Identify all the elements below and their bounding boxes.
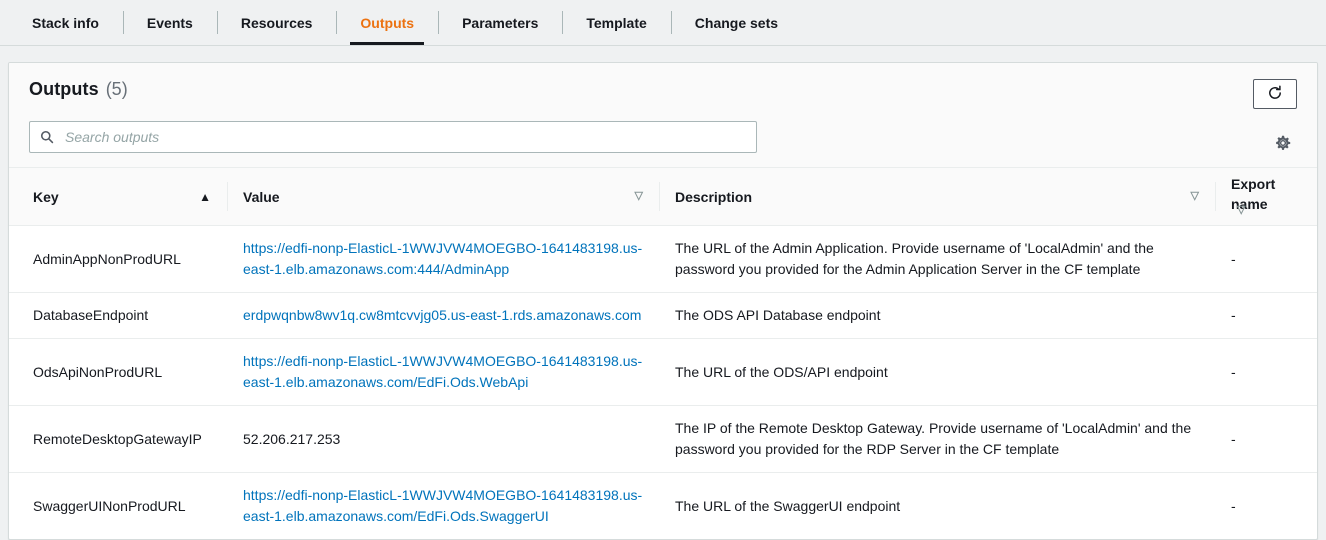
output-description-cell: The URL of the Admin Application. Provid… bbox=[659, 225, 1215, 293]
sort-indicator-icon[interactable]: ▽ bbox=[635, 191, 643, 202]
tab-change-sets[interactable]: Change sets bbox=[670, 0, 802, 45]
output-description-cell: The URL of the ODS/API endpoint bbox=[659, 338, 1215, 406]
output-value-link[interactable]: https://edfi-nonp-ElasticL-1WWJVW4MOEGBO… bbox=[243, 487, 642, 524]
output-key-cell: AdminAppNonProdURL bbox=[9, 225, 227, 293]
panel-title-row: Outputs (5) bbox=[29, 79, 1297, 107]
header-actions bbox=[1253, 79, 1297, 155]
output-value-cell: https://edfi-nonp-ElasticL-1WWJVW4MOEGBO… bbox=[227, 473, 659, 540]
tab-resources[interactable]: Resources bbox=[216, 0, 337, 45]
tab-outputs[interactable]: Outputs bbox=[336, 0, 438, 45]
outputs-card: Outputs (5) Search outputs Key ▲ Value ▽… bbox=[8, 62, 1318, 540]
output-value-text: 52.206.217.253 bbox=[243, 430, 341, 447]
output-description-cell: The IP of the Remote Desktop Gateway. Pr… bbox=[659, 405, 1215, 473]
output-value-link[interactable]: https://edfi-nonp-ElasticL-1WWJVW4MOEGBO… bbox=[243, 240, 642, 277]
column-header-export-name[interactable]: Export name ▽ bbox=[1215, 167, 1317, 226]
column-header-label: Description bbox=[675, 188, 753, 205]
sort-indicator-icon[interactable]: ▽ bbox=[1191, 191, 1199, 202]
table-row: OdsApiNonProdURL https://edfi-nonp-Elasti… bbox=[9, 338, 1317, 406]
output-value-link[interactable]: https://edfi-nonp-ElasticL-1WWJVW4MOEGBO… bbox=[243, 353, 642, 390]
column-header-label: Value bbox=[243, 188, 280, 205]
output-value-cell: https://edfi-nonp-ElasticL-1WWJVW4MOEGBO… bbox=[227, 225, 659, 293]
refresh-icon bbox=[1267, 85, 1283, 104]
column-header-label: Key bbox=[33, 188, 59, 205]
search-box[interactable] bbox=[29, 121, 757, 153]
output-export-name-cell: - bbox=[1215, 338, 1317, 406]
tab-events[interactable]: Events bbox=[122, 0, 217, 45]
gear-icon bbox=[1274, 134, 1292, 155]
table-row: SwaggerUINonProdURL https://edfi-nonp-Ela… bbox=[9, 473, 1317, 540]
tab-label: Parameters bbox=[462, 14, 539, 31]
tab-parameters[interactable]: Parameters bbox=[438, 0, 562, 45]
tab-label: Stack info bbox=[32, 14, 99, 31]
refresh-button[interactable] bbox=[1253, 79, 1297, 109]
column-header-key[interactable]: Key ▲ bbox=[9, 167, 227, 226]
column-header-description[interactable]: Description ▽ bbox=[659, 167, 1215, 226]
tab-template[interactable]: Template bbox=[562, 0, 670, 45]
settings-gear-button[interactable] bbox=[1272, 133, 1294, 155]
column-header-value[interactable]: Value ▽ bbox=[227, 167, 659, 226]
tab-label: Events bbox=[146, 14, 193, 31]
page-title: Outputs bbox=[29, 79, 99, 99]
sort-indicator-icon[interactable]: ▲ bbox=[199, 191, 211, 203]
search-input[interactable] bbox=[63, 128, 746, 146]
outputs-table: Key ▲ Value ▽ Description ▽ Export name ▽ Admin… bbox=[9, 167, 1317, 539]
sort-indicator-icon[interactable]: ▽ bbox=[1237, 205, 1245, 216]
table-row: DatabaseEndpoint erdpwqnbw8wv1q.cw8mtcvvj… bbox=[9, 292, 1317, 339]
output-value-cell: 52.206.217.253 bbox=[227, 405, 659, 473]
output-export-name-cell: - bbox=[1215, 225, 1317, 293]
output-export-name-cell: - bbox=[1215, 405, 1317, 473]
table-row: RemoteDesktopGatewayIP 52.206.217.253 The … bbox=[9, 405, 1317, 473]
output-export-name-cell: - bbox=[1231, 497, 1236, 514]
output-key-cell: OdsApiNonProdURL bbox=[9, 338, 227, 406]
table-header-row: Key ▲ Value ▽ Description ▽ Export name ▽ bbox=[9, 167, 1317, 226]
output-key-cell: DatabaseEndpoint bbox=[9, 292, 227, 339]
output-value-link[interactable]: erdpwqnbw8wv1q.cw8mtcvvjg05.us-east-1.rd… bbox=[243, 307, 641, 323]
tab-label: Change sets bbox=[694, 14, 779, 31]
tab-label: Resources bbox=[240, 14, 313, 31]
output-description-cell: The URL of the SwaggerUI endpoint bbox=[675, 497, 901, 514]
outputs-table-header: Key ▲ Value ▽ Description ▽ Export name ▽ bbox=[9, 167, 1317, 226]
tab-label: Template bbox=[586, 14, 647, 31]
search-icon bbox=[40, 130, 54, 144]
outputs-card-header: Outputs (5) bbox=[9, 63, 1317, 167]
outputs-table-body: AdminAppNonProdURL https://edfi-nonp-Elas… bbox=[9, 225, 1317, 540]
output-value-cell: erdpwqnbw8wv1q.cw8mtcvvjg05.us-east-1.rd… bbox=[227, 292, 659, 339]
output-key-cell: RemoteDesktopGatewayIP bbox=[9, 405, 227, 473]
output-description-cell: The ODS API Database endpoint bbox=[659, 292, 1215, 339]
outputs-count: (5) bbox=[105, 79, 128, 99]
output-export-name-cell: - bbox=[1215, 292, 1317, 339]
output-key-cell: SwaggerUINonProdURL bbox=[33, 497, 186, 514]
output-value-cell: https://edfi-nonp-ElasticL-1WWJVW4MOEGBO… bbox=[227, 338, 659, 406]
tab-stack-info[interactable]: Stack info bbox=[8, 0, 123, 45]
table-row: AdminAppNonProdURL https://edfi-nonp-Elas… bbox=[9, 225, 1317, 293]
tab-label: Outputs bbox=[360, 14, 415, 31]
stack-detail-tabs: Stack info Events Resources Outputs Paramete… bbox=[0, 0, 1326, 46]
